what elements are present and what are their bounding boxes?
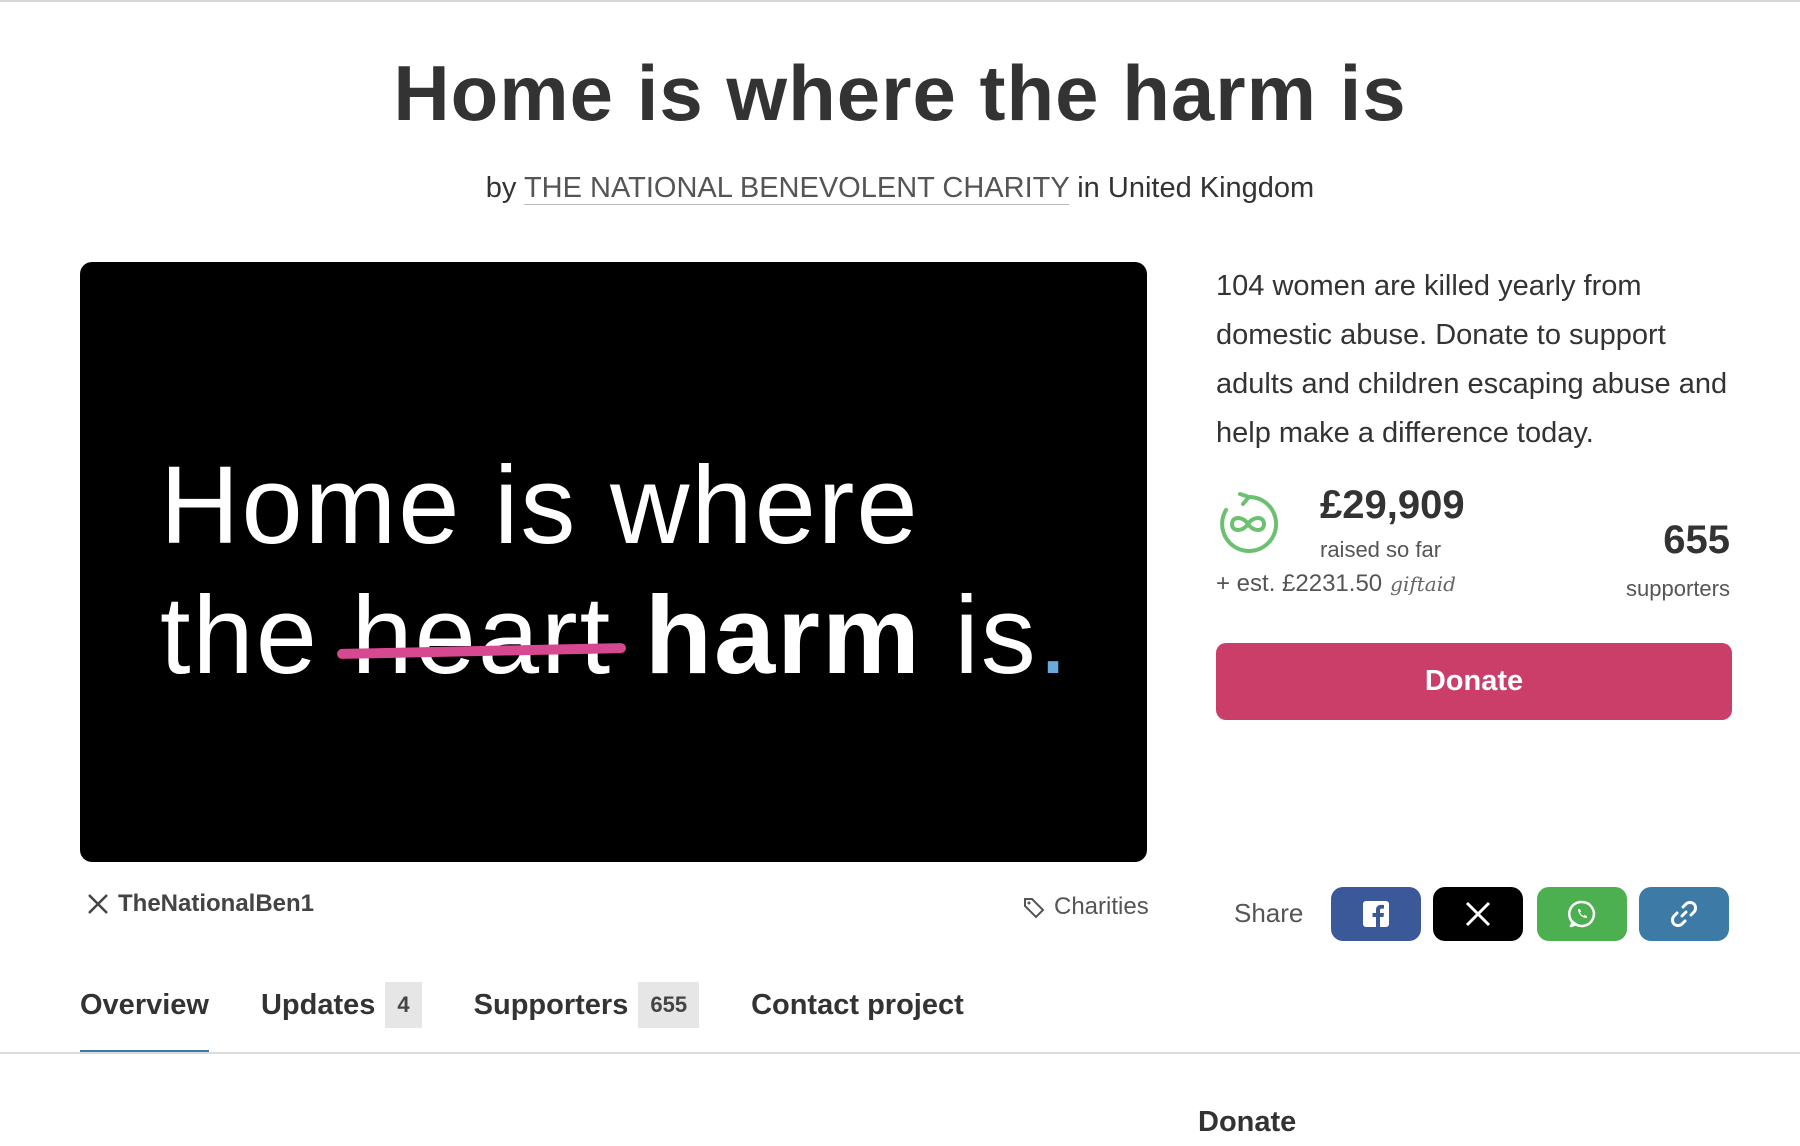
supporters-count: 655: [1663, 518, 1730, 562]
project-tabs: Overview Updates 4 Supporters 655 Contac…: [80, 975, 1016, 1054]
x-icon: [1465, 901, 1491, 927]
share-x-button[interactable]: [1433, 887, 1523, 941]
share-copy-link-button[interactable]: [1639, 887, 1729, 941]
tab-contact-project[interactable]: Contact project: [751, 975, 964, 1035]
hero-word-the: the: [160, 574, 319, 697]
hero-dot: .: [1037, 574, 1071, 697]
share-label: Share: [1234, 898, 1304, 928]
giftaid-amount: + est. £2231.50: [1216, 570, 1383, 597]
tab-updates-label: Updates: [260, 988, 376, 1021]
location: United Kingdom: [1107, 172, 1315, 204]
hero-struck-word: heart: [337, 572, 627, 699]
social-handle-text: TheNationalBen1: [118, 890, 315, 917]
hero-text-line-1: Home is where: [160, 444, 920, 567]
tab-updates[interactable]: Updates 4: [261, 975, 422, 1035]
byline: by THE NATIONAL BENEVOLENT CHARITY in Un…: [0, 172, 1800, 205]
link-icon: [1671, 901, 1697, 927]
project-summary: 104 women are killed yearly from domesti…: [1216, 270, 1728, 449]
tabs-divider: [0, 1052, 1800, 1054]
share-facebook-button[interactable]: [1331, 887, 1421, 941]
tab-contact-project-label: Contact project: [751, 988, 964, 1021]
donate-section-heading: Donate: [1198, 1106, 1297, 1138]
tab-updates-count: 4: [385, 982, 422, 1028]
whatsapp-icon: [1568, 900, 1596, 928]
supporters-label: supporters: [1626, 576, 1730, 601]
hero-word-heart: heart: [351, 574, 613, 697]
organisation-link[interactable]: THE NATIONAL BENEVOLENT CHARITY: [523, 172, 1070, 205]
donate-button[interactable]: Donate: [1216, 643, 1732, 720]
raised-amount: £29,909: [1320, 483, 1465, 527]
giftaid-logo: giftaid: [1390, 572, 1456, 596]
page-title: Home is where the harm is: [393, 49, 1407, 137]
hero-image: Home is where the heart harm is.: [80, 262, 1147, 862]
tab-overview[interactable]: Overview: [80, 975, 209, 1054]
raised-label: raised so far: [1320, 537, 1442, 562]
top-border: [0, 0, 1800, 2]
category-text: Charities: [1054, 893, 1149, 920]
tab-supporters-count: 655: [638, 982, 700, 1028]
tab-overview-label: Overview: [80, 988, 209, 1021]
social-handle-link[interactable]: TheNationalBen1: [86, 890, 314, 918]
byline-in: in: [1077, 172, 1100, 204]
facebook-icon: [1363, 901, 1389, 928]
tag-icon: [1024, 898, 1045, 919]
hero-word-is: is: [954, 574, 1038, 697]
category-link[interactable]: Charities: [1022, 893, 1149, 921]
x-icon: [88, 894, 108, 914]
byline-by: by: [485, 172, 517, 204]
hero-word-harm: harm: [644, 574, 922, 697]
tab-supporters[interactable]: Supporters 655: [473, 975, 700, 1035]
giftaid-estimate: + est. £2231.50 giftaid: [1216, 570, 1456, 598]
share-whatsapp-button[interactable]: [1537, 887, 1627, 941]
hero-text-line-2: the heart harm is.: [160, 572, 1070, 699]
tab-supporters-label: Supporters: [473, 988, 629, 1021]
recurring-infinity-icon: [1220, 492, 1279, 553]
